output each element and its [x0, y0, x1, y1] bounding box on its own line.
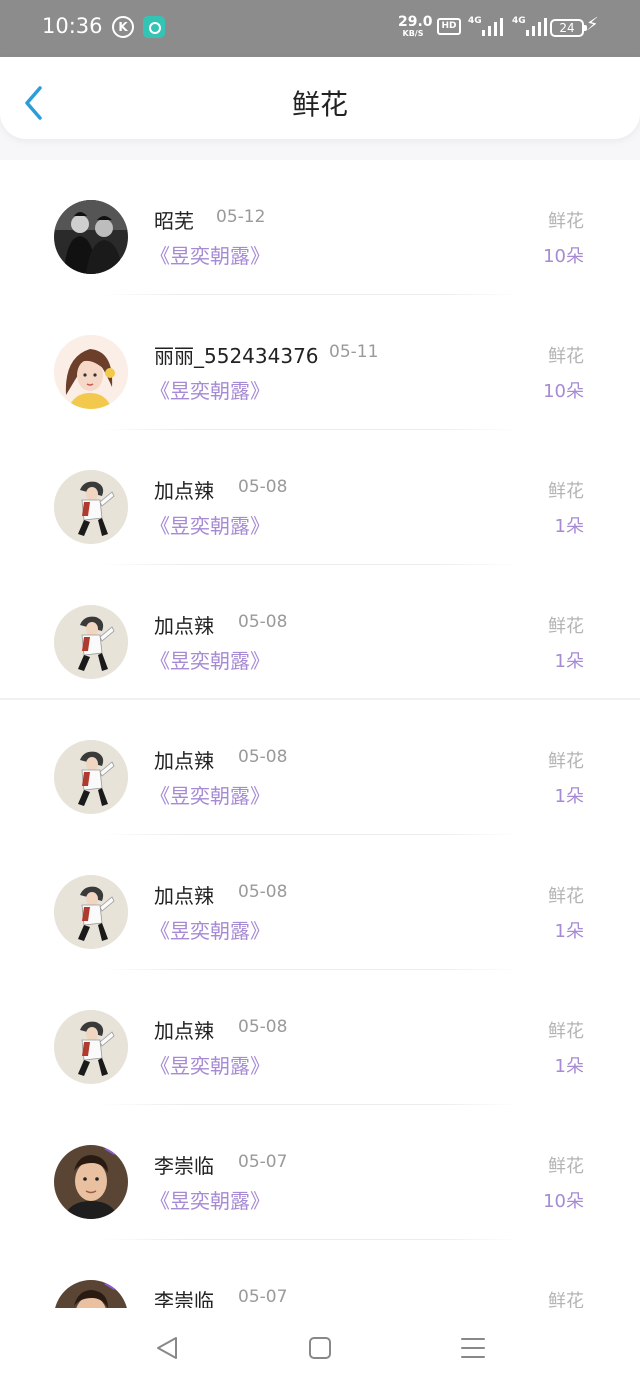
- list-item[interactable]: 加点辣 05-08 《昱奕朝露》 鲜花 1朵: [0, 835, 640, 970]
- signal-1-label: 4G: [468, 16, 482, 26]
- work-title-link[interactable]: 《昱奕朝露》: [150, 510, 270, 539]
- gift-count: 1朵: [554, 1056, 584, 1077]
- gift-type-label: 鲜花: [548, 616, 584, 637]
- send-date: 05-11: [329, 342, 379, 362]
- work-title-link[interactable]: 《昱奕朝露》: [150, 1050, 270, 1079]
- send-date: 05-12: [216, 207, 266, 227]
- avatar[interactable]: [54, 200, 128, 274]
- flower-list: 昭芜 05-12 《昱奕朝露》 鲜花 10朵 丽丽_552434376 05-11 《昱奕朝露…: [0, 160, 640, 1308]
- nav-menu-button[interactable]: [459, 1334, 487, 1362]
- sender-name: 加点辣: [154, 479, 214, 503]
- sender-name: 加点辣: [154, 614, 214, 638]
- list-item[interactable]: 丽丽_552434376 05-11 《昱奕朝露》 鲜花 10朵: [0, 295, 640, 430]
- menu-lines-icon: [461, 1338, 485, 1358]
- gift-count: 10朵: [543, 1191, 584, 1212]
- gift-type-label: 鲜花: [548, 211, 584, 232]
- battery-icon: 24: [550, 19, 587, 37]
- sender-name: 昭芜: [154, 209, 194, 233]
- send-date: 05-08: [238, 612, 288, 632]
- list-item[interactable]: 加点辣 05-08 《昱奕朝露》 鲜花 1朵: [0, 970, 640, 1105]
- list-item[interactable]: 李崇临 05-07 《昱奕朝露》 鲜花 10朵: [0, 1105, 640, 1240]
- gift-count: 1朵: [554, 651, 584, 672]
- avatar[interactable]: [54, 1280, 128, 1308]
- gift-count: 1朵: [554, 516, 584, 537]
- network-speed: 29.0 KB/S: [398, 14, 433, 38]
- gift-count: 10朵: [543, 246, 584, 267]
- network-speed-unit: KB/S: [402, 29, 424, 38]
- send-date: 05-08: [238, 1017, 288, 1037]
- gift-type-label: 鲜花: [548, 1291, 584, 1308]
- signal-icon-2: 4G: [512, 16, 548, 38]
- gift-count: 1朵: [554, 921, 584, 942]
- list-item[interactable]: 加点辣 05-08 《昱奕朝露》 鲜花 1朵: [0, 700, 640, 835]
- list-item[interactable]: 加点辣 05-08 《昱奕朝露》 鲜花 1朵: [0, 430, 640, 565]
- work-title-link[interactable]: 《昱奕朝露》: [150, 240, 270, 269]
- gift-type-label: 鲜花: [548, 481, 584, 502]
- list-item[interactable]: 加点辣 05-08 《昱奕朝露》 鲜花 1朵: [0, 565, 640, 700]
- send-date: 05-07: [238, 1152, 288, 1172]
- work-title-link[interactable]: 《昱奕朝露》: [150, 915, 270, 944]
- signal-icon-1: 4G: [468, 16, 504, 38]
- notification-app-icon: [143, 16, 165, 38]
- charging-bolt-icon: ⚡: [586, 14, 599, 35]
- avatar[interactable]: [54, 1010, 128, 1084]
- nav-back-button[interactable]: [154, 1334, 182, 1362]
- avatar[interactable]: [54, 740, 128, 814]
- avatar[interactable]: [54, 470, 128, 544]
- list-item[interactable]: 昭芜 05-12 《昱奕朝露》 鲜花 10朵: [0, 160, 640, 295]
- status-bar: 10:36 K 29.0 KB/S HD 4G 4G 24 ⚡: [0, 0, 640, 57]
- avatar[interactable]: [54, 605, 128, 679]
- avatar[interactable]: [54, 1145, 128, 1219]
- sender-name: 加点辣: [154, 1019, 214, 1043]
- work-title-link[interactable]: 《昱奕朝露》: [150, 375, 270, 404]
- status-time: 10:36: [42, 14, 103, 38]
- signal-2-label: 4G: [512, 16, 526, 26]
- nav-home-button[interactable]: [306, 1334, 334, 1362]
- sender-name: 加点辣: [154, 749, 214, 773]
- gift-type-label: 鲜花: [548, 751, 584, 772]
- send-date: 05-08: [238, 747, 288, 767]
- sender-name: 加点辣: [154, 884, 214, 908]
- send-date: 05-08: [238, 477, 288, 497]
- k-app-icon: K: [112, 16, 134, 38]
- work-title-link[interactable]: 《昱奕朝露》: [150, 645, 270, 674]
- avatar[interactable]: [54, 875, 128, 949]
- work-title-link[interactable]: 《昱奕朝露》: [150, 1185, 270, 1214]
- send-date: 05-08: [238, 882, 288, 902]
- gift-type-label: 鲜花: [548, 1021, 584, 1042]
- section-divider: [0, 698, 640, 700]
- hd-icon: HD: [437, 18, 461, 35]
- page-title: 鲜花: [291, 88, 348, 121]
- gift-count: 1朵: [554, 786, 584, 807]
- back-triangle-icon: [157, 1337, 177, 1359]
- avatar[interactable]: [54, 335, 128, 409]
- send-date: 05-07: [238, 1287, 288, 1307]
- header: 鲜花: [0, 57, 640, 139]
- network-speed-value: 29.0: [398, 14, 433, 30]
- sender-name: 李崇临: [154, 1154, 214, 1178]
- system-nav-bar: [0, 1308, 640, 1387]
- gift-type-label: 鲜花: [548, 886, 584, 907]
- sender-name: 丽丽_552434376: [154, 344, 319, 368]
- gift-count: 10朵: [543, 381, 584, 402]
- gift-type-label: 鲜花: [548, 346, 584, 367]
- work-title-link[interactable]: 《昱奕朝露》: [150, 780, 270, 809]
- list-item[interactable]: 李崇临 05-07 鲜花: [0, 1240, 640, 1308]
- home-square-icon: [309, 1337, 331, 1359]
- sender-name: 李崇临: [154, 1289, 214, 1308]
- gift-type-label: 鲜花: [548, 1156, 584, 1177]
